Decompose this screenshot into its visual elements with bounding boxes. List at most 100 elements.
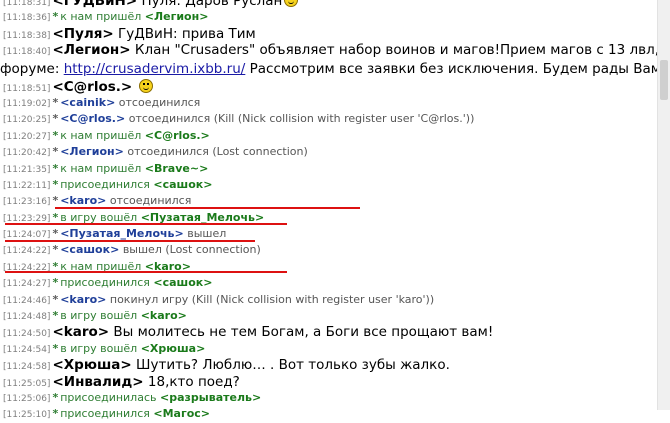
timestamp: [11:25:06] xyxy=(3,393,51,404)
chat-line: [11:22:11] * присоединился <сашок> xyxy=(0,177,658,193)
timestamp: [11:18:38] xyxy=(3,30,51,41)
timestamp: [11:24:54] xyxy=(3,344,51,355)
nick[interactable]: <сашок> xyxy=(153,178,212,191)
annotation-underline xyxy=(5,271,287,273)
chat-line: [11:25:10] * присоединился <Магос> xyxy=(0,406,658,422)
event-text: вышел (Lost connection) xyxy=(122,243,261,257)
chat-line: форуме: http://crusadervim.ixbb.ru/ Расс… xyxy=(0,59,658,79)
event-star: * xyxy=(52,95,59,109)
chat-line: [11:24:22] * <сашок> вышел (Lost connectio… xyxy=(0,242,658,258)
message-text: Рассмотрим все заявки без исключения. Бу… xyxy=(245,60,658,77)
smiley-icon xyxy=(138,78,153,93)
chat-line: [11:24:50] <karo> Вы молитесь не тем Бога… xyxy=(0,324,658,340)
event-text: покинул игру (Kill (Nick collision with … xyxy=(109,292,435,306)
message-text: форуме: xyxy=(0,60,64,77)
timestamp: [11:21:35] xyxy=(3,164,51,175)
event-text: присоединился xyxy=(60,177,150,191)
timestamp: [11:19:02] xyxy=(3,98,51,109)
nick[interactable]: <C@rlos.> xyxy=(52,79,132,95)
timestamp: [11:24:48] xyxy=(3,312,51,323)
event-star: * xyxy=(52,407,59,421)
smiley-icon xyxy=(284,0,299,7)
timestamp: [11:24:50] xyxy=(3,329,51,340)
scrollbar[interactable] xyxy=(657,0,670,410)
timestamp: [11:25:05] xyxy=(3,378,51,389)
forum-link[interactable]: http://crusadervim.ixbb.ru/ xyxy=(64,61,246,77)
nick[interactable]: <cainik> xyxy=(60,96,115,109)
chat-line: [11:20:25] * <C@rlos.> отсоединился (Kill … xyxy=(0,111,658,127)
timestamp: [11:18:31] xyxy=(3,0,51,8)
scrollbar-thumb[interactable] xyxy=(660,60,668,100)
event-text: к нам пришёл xyxy=(60,128,142,142)
annotation-underline xyxy=(5,240,255,242)
chat-line: [11:18:36] * к нам пришёл <Легион> xyxy=(0,9,658,25)
chat-line: [11:24:58] <Хрюша> Шутить? Люблю… . Вот т… xyxy=(0,357,658,373)
event-text: к нам пришёл xyxy=(60,161,142,175)
timestamp: [11:24:58] xyxy=(3,362,51,373)
chat-line: [11:18:51] <C@rlos.> xyxy=(0,78,658,95)
event-star: * xyxy=(52,112,59,126)
event-text: в игру вошёл xyxy=(60,341,138,355)
chat-line: [11:20:42] * <Легион> отсоединился (Lost c… xyxy=(0,144,658,160)
event-text: присоединился xyxy=(60,407,150,421)
event-star: * xyxy=(52,177,59,191)
timestamp: [11:23:16] xyxy=(3,197,51,208)
timestamp: [11:24:22] xyxy=(3,246,51,257)
nick[interactable]: <karo> xyxy=(141,309,187,322)
nick[interactable]: <karo> xyxy=(60,293,106,306)
event-text: присоединилась xyxy=(60,390,157,404)
timestamp: [11:18:51] xyxy=(3,83,51,94)
message-text: Клан "Crusaders" объявляет набор воинов … xyxy=(134,42,658,59)
timestamp: [11:25:10] xyxy=(3,410,51,421)
event-star: * xyxy=(52,227,59,241)
timestamp: [11:18:40] xyxy=(3,47,51,58)
event-star: * xyxy=(52,243,59,257)
timestamp: [11:24:27] xyxy=(3,279,51,290)
nick[interactable]: <Инвалид> xyxy=(52,374,143,390)
event-star: * xyxy=(52,194,59,208)
chat-line: [11:21:35] * к нам пришёл <Brave~> xyxy=(0,161,658,177)
timestamp: [11:20:27] xyxy=(3,131,51,142)
message-text: 18,кто поед? xyxy=(147,373,240,390)
annotation-underline xyxy=(55,207,360,209)
annotation-underline xyxy=(5,223,287,225)
nick[interactable]: <karo> xyxy=(52,324,109,340)
event-text: отсоединился (Lost connection) xyxy=(127,145,308,159)
nick[interactable]: <сашок> xyxy=(153,276,212,289)
nick[interactable]: <karo> xyxy=(60,194,106,207)
nick[interactable]: <сашок> xyxy=(60,243,119,256)
nick[interactable]: <Хрюша> xyxy=(141,342,206,355)
nick[interactable]: <C@rlos.> xyxy=(145,129,210,142)
nick[interactable]: <Магос> xyxy=(153,407,210,420)
timestamp: [11:20:25] xyxy=(3,115,51,126)
chat-line: [11:18:40] <Легион> Клан "Crusaders" объя… xyxy=(0,42,658,58)
nick[interactable]: <Хрюша> xyxy=(52,357,131,373)
chat-line: [11:24:46] * <karo> покинул игру (Kill (Ni… xyxy=(0,292,658,308)
nick[interactable]: <Легион> xyxy=(145,10,209,23)
nick[interactable]: <ГУДВиН> xyxy=(52,0,137,9)
nick[interactable]: <Легион> xyxy=(60,145,124,158)
event-star: * xyxy=(52,309,59,323)
nick[interactable]: <Пузатая_Мелочь> xyxy=(60,227,184,240)
event-star: * xyxy=(52,145,59,159)
event-text: отсоединился (Kill (Nick collision with … xyxy=(128,112,475,126)
chat-log: [11:18:31] <ГУДВиН> Пуля: Даров Руслан [11… xyxy=(0,0,658,423)
chat-line: [11:24:54] * в игру вошёл <Хрюша> xyxy=(0,341,658,357)
timestamp: [11:24:46] xyxy=(3,295,51,306)
nick[interactable]: <Пуля> xyxy=(52,26,113,42)
nick[interactable]: <Пузатая_Мелочь> xyxy=(141,211,265,224)
message-text: Пуля: Даров Руслан xyxy=(141,0,283,9)
event-text: отсоединился xyxy=(118,95,201,109)
nick[interactable]: <разрыватель> xyxy=(160,391,261,404)
nick[interactable]: <C@rlos.> xyxy=(60,112,125,125)
nick[interactable]: <Brave~> xyxy=(145,162,209,175)
event-text: присоединился xyxy=(60,276,150,290)
chat-line: [11:19:02] * <cainik> отсоединился xyxy=(0,95,658,111)
timestamp: [11:20:42] xyxy=(3,148,51,159)
event-text: вышел xyxy=(187,227,227,241)
chat-line: [11:25:06] * присоединилась <разрыватель> xyxy=(0,390,658,406)
chat-line: [11:25:05] <Инвалид> 18,кто поед? xyxy=(0,374,658,390)
nick[interactable]: <Легион> xyxy=(52,42,130,58)
chat-line: [11:24:48] * в игру вошёл <karo> xyxy=(0,308,658,324)
event-star: * xyxy=(52,292,59,306)
